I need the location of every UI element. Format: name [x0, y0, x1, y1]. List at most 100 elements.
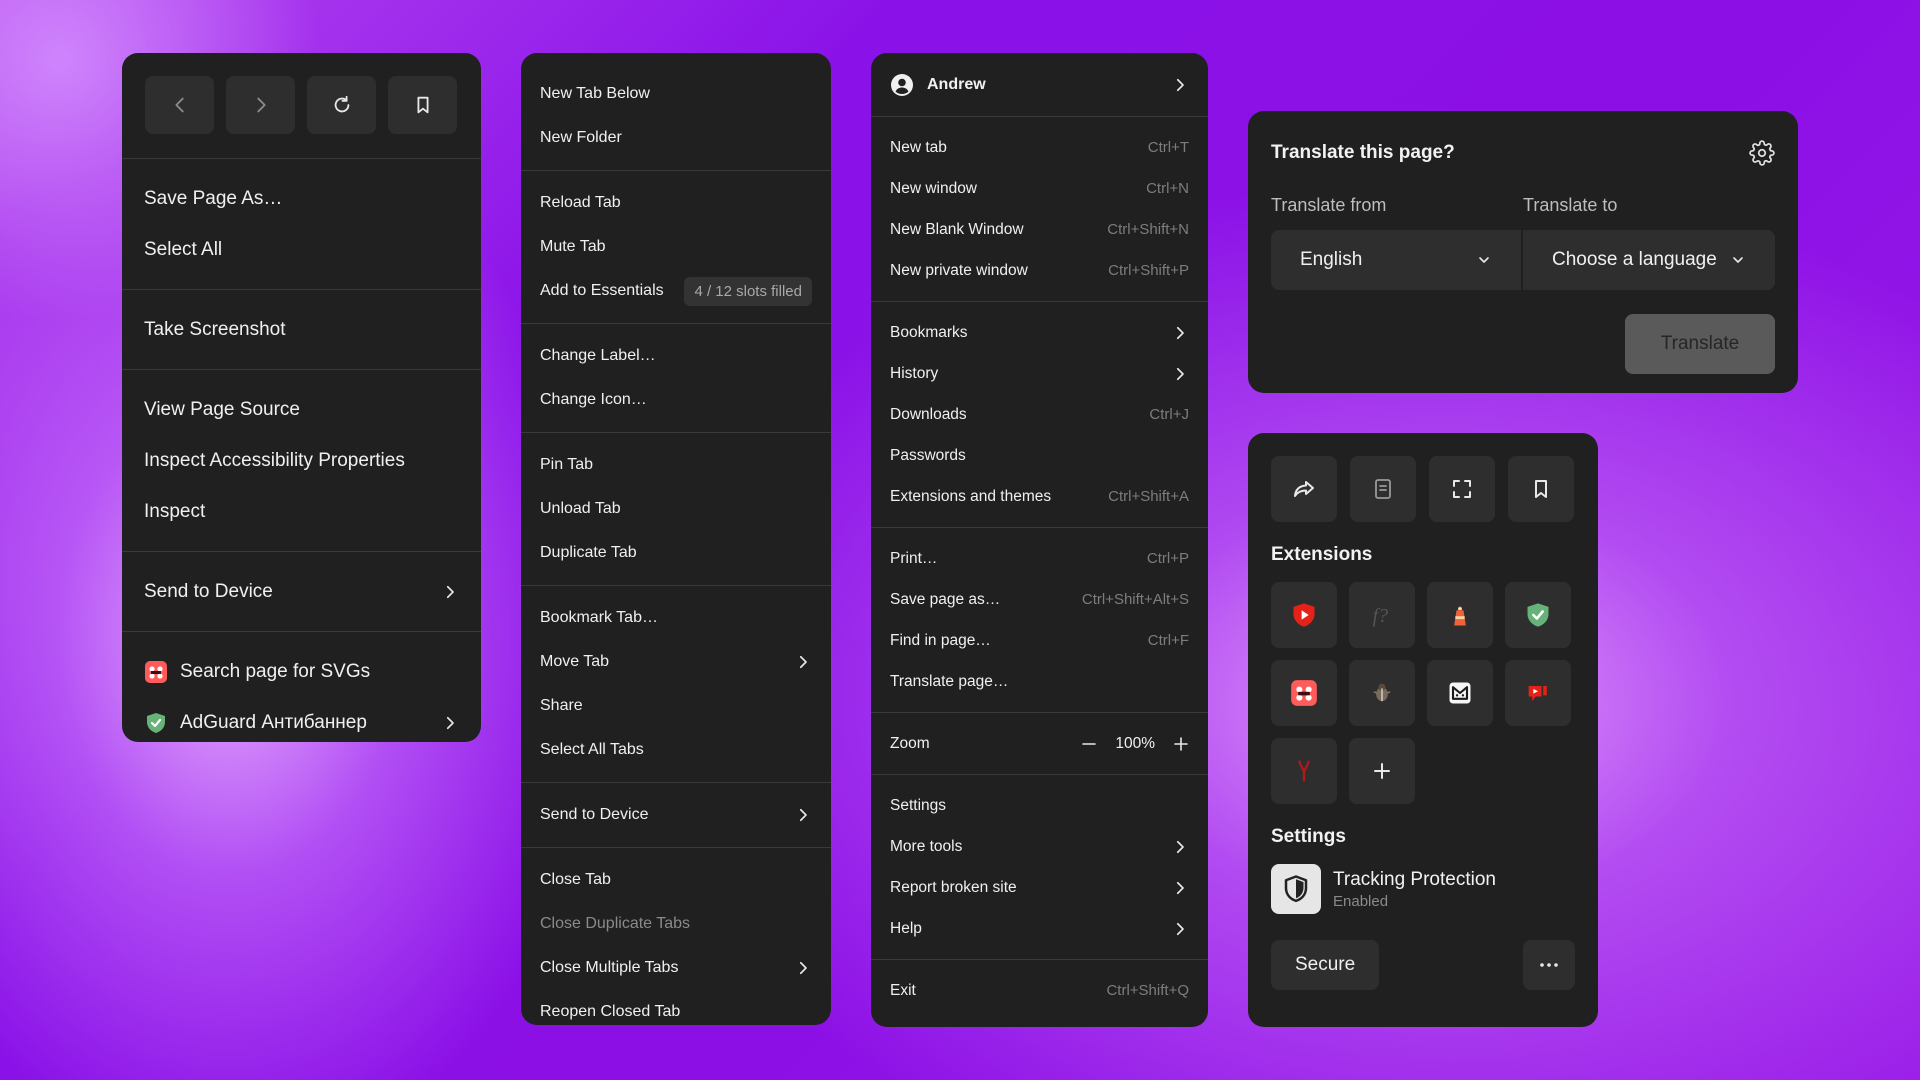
history-item[interactable]: History [871, 353, 1208, 394]
help-item[interactable]: Help [871, 908, 1208, 949]
new-folder-item[interactable]: New Folder [521, 116, 831, 160]
settings-heading: Settings [1271, 826, 1346, 847]
close-tab-item[interactable]: Close Tab [521, 858, 831, 902]
menu-item-label: Extensions and themes [890, 487, 1052, 505]
extension-lighthouse[interactable] [1427, 582, 1493, 648]
passwords-item[interactable]: Passwords [871, 435, 1208, 476]
settings-item[interactable]: Settings [871, 785, 1208, 826]
back-button[interactable] [145, 76, 214, 134]
menu-item-label: Pin Tab [540, 456, 594, 473]
bookmarks-item[interactable]: Bookmarks [871, 312, 1208, 353]
secure-button[interactable]: Secure [1271, 940, 1380, 990]
reopen-closed-tab-item[interactable]: Reopen Closed Tab [521, 990, 831, 1025]
more-options-button[interactable] [1523, 940, 1575, 990]
reader-mode-button[interactable] [1350, 456, 1416, 522]
change-label-item[interactable]: Change Label… [521, 334, 831, 378]
tracking-protection-row[interactable]: Tracking Protection Enabled [1271, 864, 1575, 914]
translate-from-select[interactable]: English [1271, 230, 1523, 290]
chevron-right-icon [799, 655, 807, 669]
close-duplicate-tabs-item[interactable]: Close Duplicate Tabs [521, 902, 831, 946]
menu-item-label: Select All Tabs [540, 741, 644, 758]
svg-search-icon [1291, 680, 1317, 706]
pin-tab-item[interactable]: Pin Tab [521, 443, 831, 487]
chevron-down-icon [1479, 257, 1489, 263]
send-to-device-item[interactable]: Send to Device [521, 793, 831, 837]
add-extension-button[interactable] [1349, 738, 1415, 804]
menu-item-label: Take Screenshot [144, 318, 286, 340]
translate-button[interactable]: Translate [1625, 314, 1775, 374]
adguard-icon [147, 712, 165, 733]
add-to-essentials-item[interactable]: Add to Essentials 4 / 12 slots filled [521, 269, 831, 313]
translate-page-item[interactable]: Translate page… [871, 661, 1208, 702]
reload-tab-item[interactable]: Reload Tab [521, 181, 831, 225]
inspect-item[interactable]: Inspect [122, 486, 481, 537]
extension-yandex[interactable] [1271, 738, 1337, 804]
bookmark-tab-item[interactable]: Bookmark Tab… [521, 596, 831, 640]
adguard-item[interactable]: AdGuard Антибаннер [122, 697, 481, 742]
downloads-item[interactable]: Downloads Ctrl+J [871, 394, 1208, 435]
shortcut-label: Ctrl+Shift+Q [1106, 982, 1189, 999]
menu-item-label: Inspect Accessibility Properties [144, 449, 405, 471]
chevron-right-icon [1176, 78, 1184, 91]
extension-font-finder[interactable]: f? [1349, 582, 1415, 648]
new-private-window-item[interactable]: New private window Ctrl+Shift+P [871, 250, 1208, 291]
chevron-right-icon [799, 808, 807, 822]
view-page-source-item[interactable]: View Page Source [122, 384, 481, 435]
menu-item-label: New Folder [540, 129, 622, 146]
extension-adguard[interactable] [1505, 582, 1571, 648]
bookmark-button[interactable] [1508, 456, 1574, 522]
share-item[interactable]: Share [521, 684, 831, 728]
bookmark-page-button[interactable] [388, 76, 457, 134]
font-finder-icon: f? [1373, 605, 1389, 627]
menu-item-label: Add to Essentials [540, 282, 664, 299]
extension-svg-search[interactable] [1271, 660, 1337, 726]
take-screenshot-item[interactable]: Take Screenshot [122, 304, 481, 355]
zoom-in-button[interactable] [1173, 736, 1189, 752]
duplicate-tab-item[interactable]: Duplicate Tab [521, 531, 831, 575]
move-tab-item[interactable]: Move Tab [521, 640, 831, 684]
menu-item-label: Downloads [890, 405, 967, 423]
inspect-accessibility-item[interactable]: Inspect Accessibility Properties [122, 435, 481, 486]
menu-item-label: Save Page As… [144, 187, 283, 209]
mute-tab-item[interactable]: Mute Tab [521, 225, 831, 269]
extension-metamask[interactable] [1427, 660, 1493, 726]
exit-item[interactable]: Exit Ctrl+Shift+Q [871, 970, 1208, 1011]
search-svgs-item[interactable]: Search page for SVGs [122, 646, 481, 697]
change-icon-item[interactable]: Change Icon… [521, 378, 831, 422]
new-tab-below-item[interactable]: New Tab Below [521, 72, 831, 116]
share-button[interactable] [1271, 456, 1337, 522]
zoom-out-button[interactable] [1081, 736, 1097, 752]
close-multiple-tabs-item[interactable]: Close Multiple Tabs [521, 946, 831, 990]
extension-youtube-dislike[interactable] [1505, 660, 1571, 726]
extension-youtube-shield[interactable] [1271, 582, 1337, 648]
menu-item-label: New Tab Below [540, 85, 650, 102]
forward-button[interactable] [226, 76, 295, 134]
bookmark-icon [417, 96, 428, 114]
new-window-item[interactable]: New window Ctrl+N [871, 168, 1208, 209]
report-broken-site-item[interactable]: Report broken site [871, 867, 1208, 908]
save-page-as-item[interactable]: Save page as… Ctrl+Shift+Alt+S [871, 579, 1208, 620]
screenshot-button[interactable] [1429, 456, 1495, 522]
chevron-down-icon [1733, 257, 1743, 263]
new-blank-window-item[interactable]: New Blank Window Ctrl+Shift+N [871, 209, 1208, 250]
menu-item-label: Inspect [144, 500, 206, 522]
more-tools-item[interactable]: More tools [871, 826, 1208, 867]
new-tab-item[interactable]: New tab Ctrl+T [871, 127, 1208, 168]
gear-icon[interactable] [1749, 140, 1775, 166]
select-value: English [1300, 249, 1363, 270]
reload-button[interactable] [307, 76, 376, 134]
profile-item[interactable]: Andrew [871, 53, 1208, 116]
send-to-device-item[interactable]: Send to Device [122, 566, 481, 617]
translate-to-select[interactable]: Choose a language [1523, 230, 1775, 290]
save-page-as-item[interactable]: Save Page As… [122, 173, 481, 224]
select-all-item[interactable]: Select All [122, 224, 481, 275]
extension-bug[interactable] [1349, 660, 1415, 726]
menu-item-label: Search page for SVGs [180, 660, 371, 682]
find-in-page-item[interactable]: Find in page… Ctrl+F [871, 620, 1208, 661]
extensions-themes-item[interactable]: Extensions and themes Ctrl+Shift+A [871, 476, 1208, 517]
unload-tab-item[interactable]: Unload Tab [521, 487, 831, 531]
print-item[interactable]: Print… Ctrl+P [871, 538, 1208, 579]
menu-item-label: Save page as… [890, 590, 1001, 608]
select-all-tabs-item[interactable]: Select All Tabs [521, 728, 831, 772]
reload-icon [334, 95, 349, 113]
